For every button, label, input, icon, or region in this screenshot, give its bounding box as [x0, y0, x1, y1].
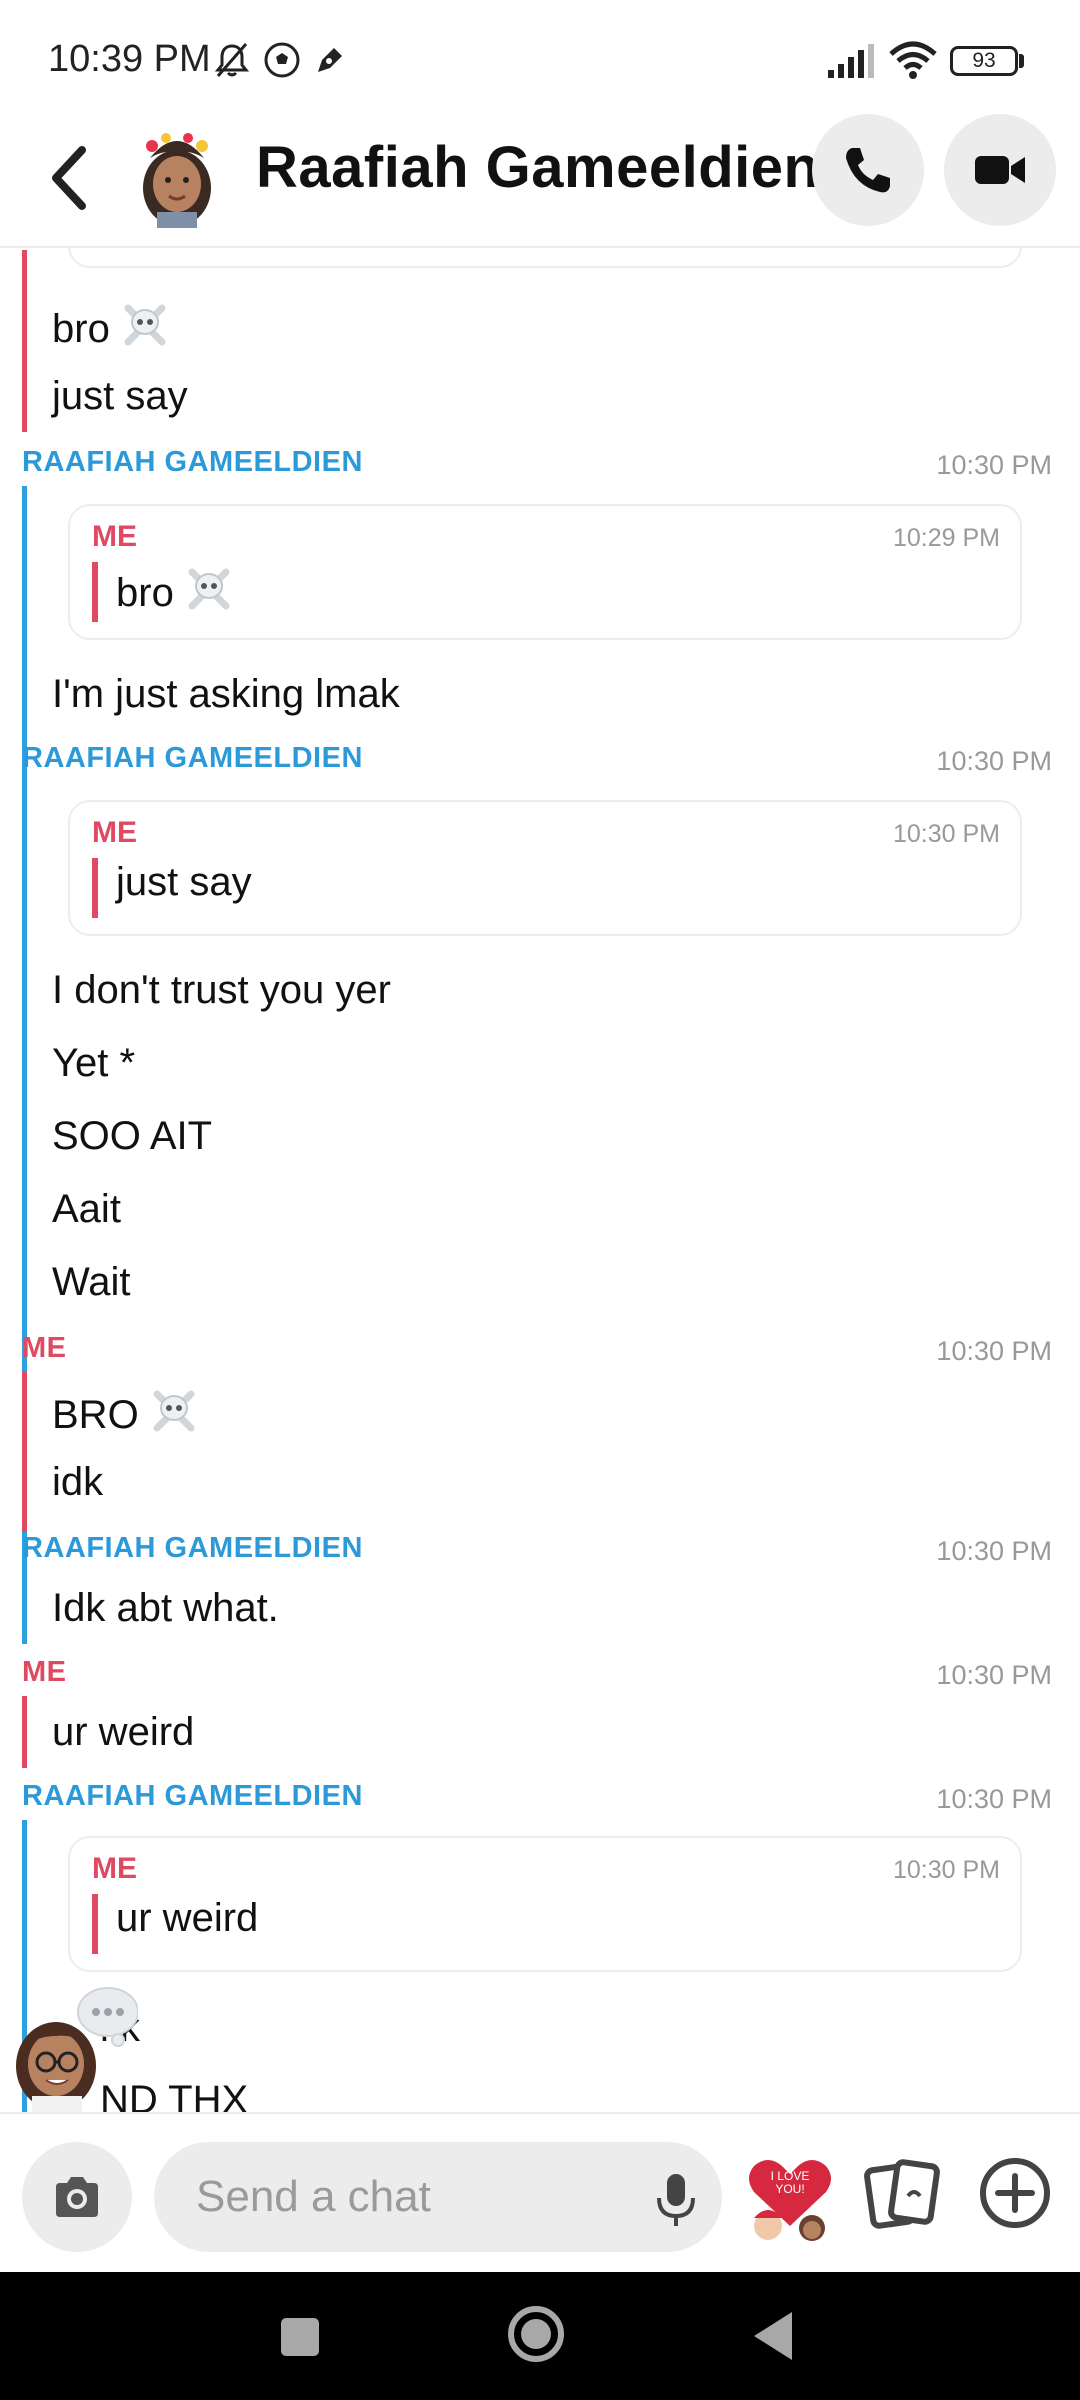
quote-bar [92, 858, 98, 918]
avatar[interactable] [132, 128, 222, 228]
battery-tip [1019, 54, 1024, 68]
quote-bar [92, 1894, 98, 1954]
message-text: ur weird [52, 1710, 195, 1754]
chat-header: Raafiah Gameeldien [0, 110, 1080, 248]
chat-input[interactable] [154, 2142, 722, 2252]
skull-crossbones-icon [153, 1390, 195, 1432]
quoted-text: ur weird [116, 1896, 259, 1940]
voice-call-button[interactable] [812, 114, 924, 226]
camera-button[interactable] [22, 2142, 132, 2252]
message-text: Wait [52, 1260, 131, 1304]
quoted-sender: ME [92, 520, 137, 553]
message-group-bar [22, 250, 27, 432]
message-text: I'm just asking lmak [52, 672, 400, 716]
recents-button[interactable] [281, 2318, 319, 2356]
chat-messages[interactable]: bro just say RAAFIAH GAMEELDIEN 10:30 PM… [0, 248, 1080, 2112]
message-group-bar [22, 1372, 27, 1532]
message-timestamp: 10:30 PM [936, 746, 1052, 776]
message-text: I don't trust you yer [52, 968, 391, 1012]
camera-icon [56, 2177, 98, 2217]
message-group-bar [22, 1572, 27, 1644]
quoted-timestamp: 10:30 PM [892, 1856, 1000, 1884]
message-timestamp: 10:30 PM [936, 1660, 1052, 1690]
quoted-text: bro [116, 564, 234, 616]
heart-sticker-icon [749, 2160, 831, 2241]
system-nav-bar [0, 2272, 1080, 2400]
microphone-icon[interactable] [654, 2172, 698, 2228]
plus-circle-icon[interactable] [978, 2156, 1052, 2230]
sender-name: RAAFIAH GAMEELDIEN [22, 1780, 363, 1812]
quoted-message[interactable]: ME 10:30 PM ur weird [68, 1836, 1022, 1972]
sticker-text: I LOVE YOU! [770, 2169, 810, 2196]
ink-pen-icon [318, 48, 342, 72]
quoted-message[interactable]: ME 10:29 PM bro [68, 504, 1022, 640]
message-text: just say [52, 374, 188, 418]
status-bar: 10:39 PM 93 [0, 0, 1080, 110]
typing-bitmoji [16, 1987, 138, 2115]
message-text: bro [52, 300, 170, 352]
quote-card-partial [68, 248, 1022, 268]
quoted-sender: ME [92, 816, 137, 849]
message-text: SOO AIT [52, 1114, 213, 1158]
sender-name: RAAFIAH GAMEELDIEN [22, 742, 363, 774]
battery-icon: 93 [950, 46, 1018, 76]
message-timestamp: 10:30 PM [936, 1536, 1052, 1566]
video-call-button[interactable] [944, 114, 1056, 226]
composer-bar: I LOVE YOU! [0, 2112, 1080, 2272]
quote-bar [92, 562, 98, 622]
quoted-text: just say [116, 860, 252, 904]
quoted-message[interactable]: ME 10:30 PM just say [68, 800, 1022, 936]
quoted-sender: ME [92, 1852, 137, 1885]
skull-crossbones-icon [124, 304, 166, 346]
skull-crossbones-icon [188, 568, 230, 610]
signal-icon [828, 44, 874, 78]
message-timestamp: 10:30 PM [936, 450, 1052, 480]
cards-icon[interactable] [864, 2156, 944, 2236]
message-text: idk [52, 1460, 104, 1504]
home-button[interactable] [508, 2306, 564, 2362]
back-triangle-icon[interactable] [750, 2310, 794, 2362]
quoted-timestamp: 10:30 PM [892, 820, 1000, 848]
bitmoji-sticker-button[interactable]: I LOVE YOU! [742, 2152, 838, 2248]
phone-icon [846, 148, 890, 193]
wifi-icon [889, 41, 937, 79]
message-timestamp: 10:30 PM [936, 1784, 1052, 1814]
message-text: Idk abt what. [52, 1586, 279, 1630]
sender-name: RAAFIAH GAMEELDIEN [22, 446, 363, 478]
mute-bell-icon [214, 43, 250, 77]
sender-name: ME [22, 1656, 67, 1688]
contact-name[interactable]: Raafiah Gameeldien [256, 134, 819, 201]
message-group-bar [22, 1696, 27, 1768]
message-text: Aait [52, 1187, 121, 1231]
back-chevron-icon[interactable] [40, 138, 96, 218]
message-timestamp: 10:30 PM [936, 1336, 1052, 1366]
video-camera-icon [975, 156, 1025, 184]
sender-name: ME [22, 1332, 67, 1364]
message-text: BRO [52, 1386, 199, 1438]
soccer-ball-icon [264, 42, 300, 78]
status-time: 10:39 PM [48, 38, 211, 80]
sender-name: RAAFIAH GAMEELDIEN [22, 1532, 363, 1564]
message-text: Yet * [52, 1041, 136, 1085]
quoted-timestamp: 10:29 PM [892, 524, 1000, 552]
